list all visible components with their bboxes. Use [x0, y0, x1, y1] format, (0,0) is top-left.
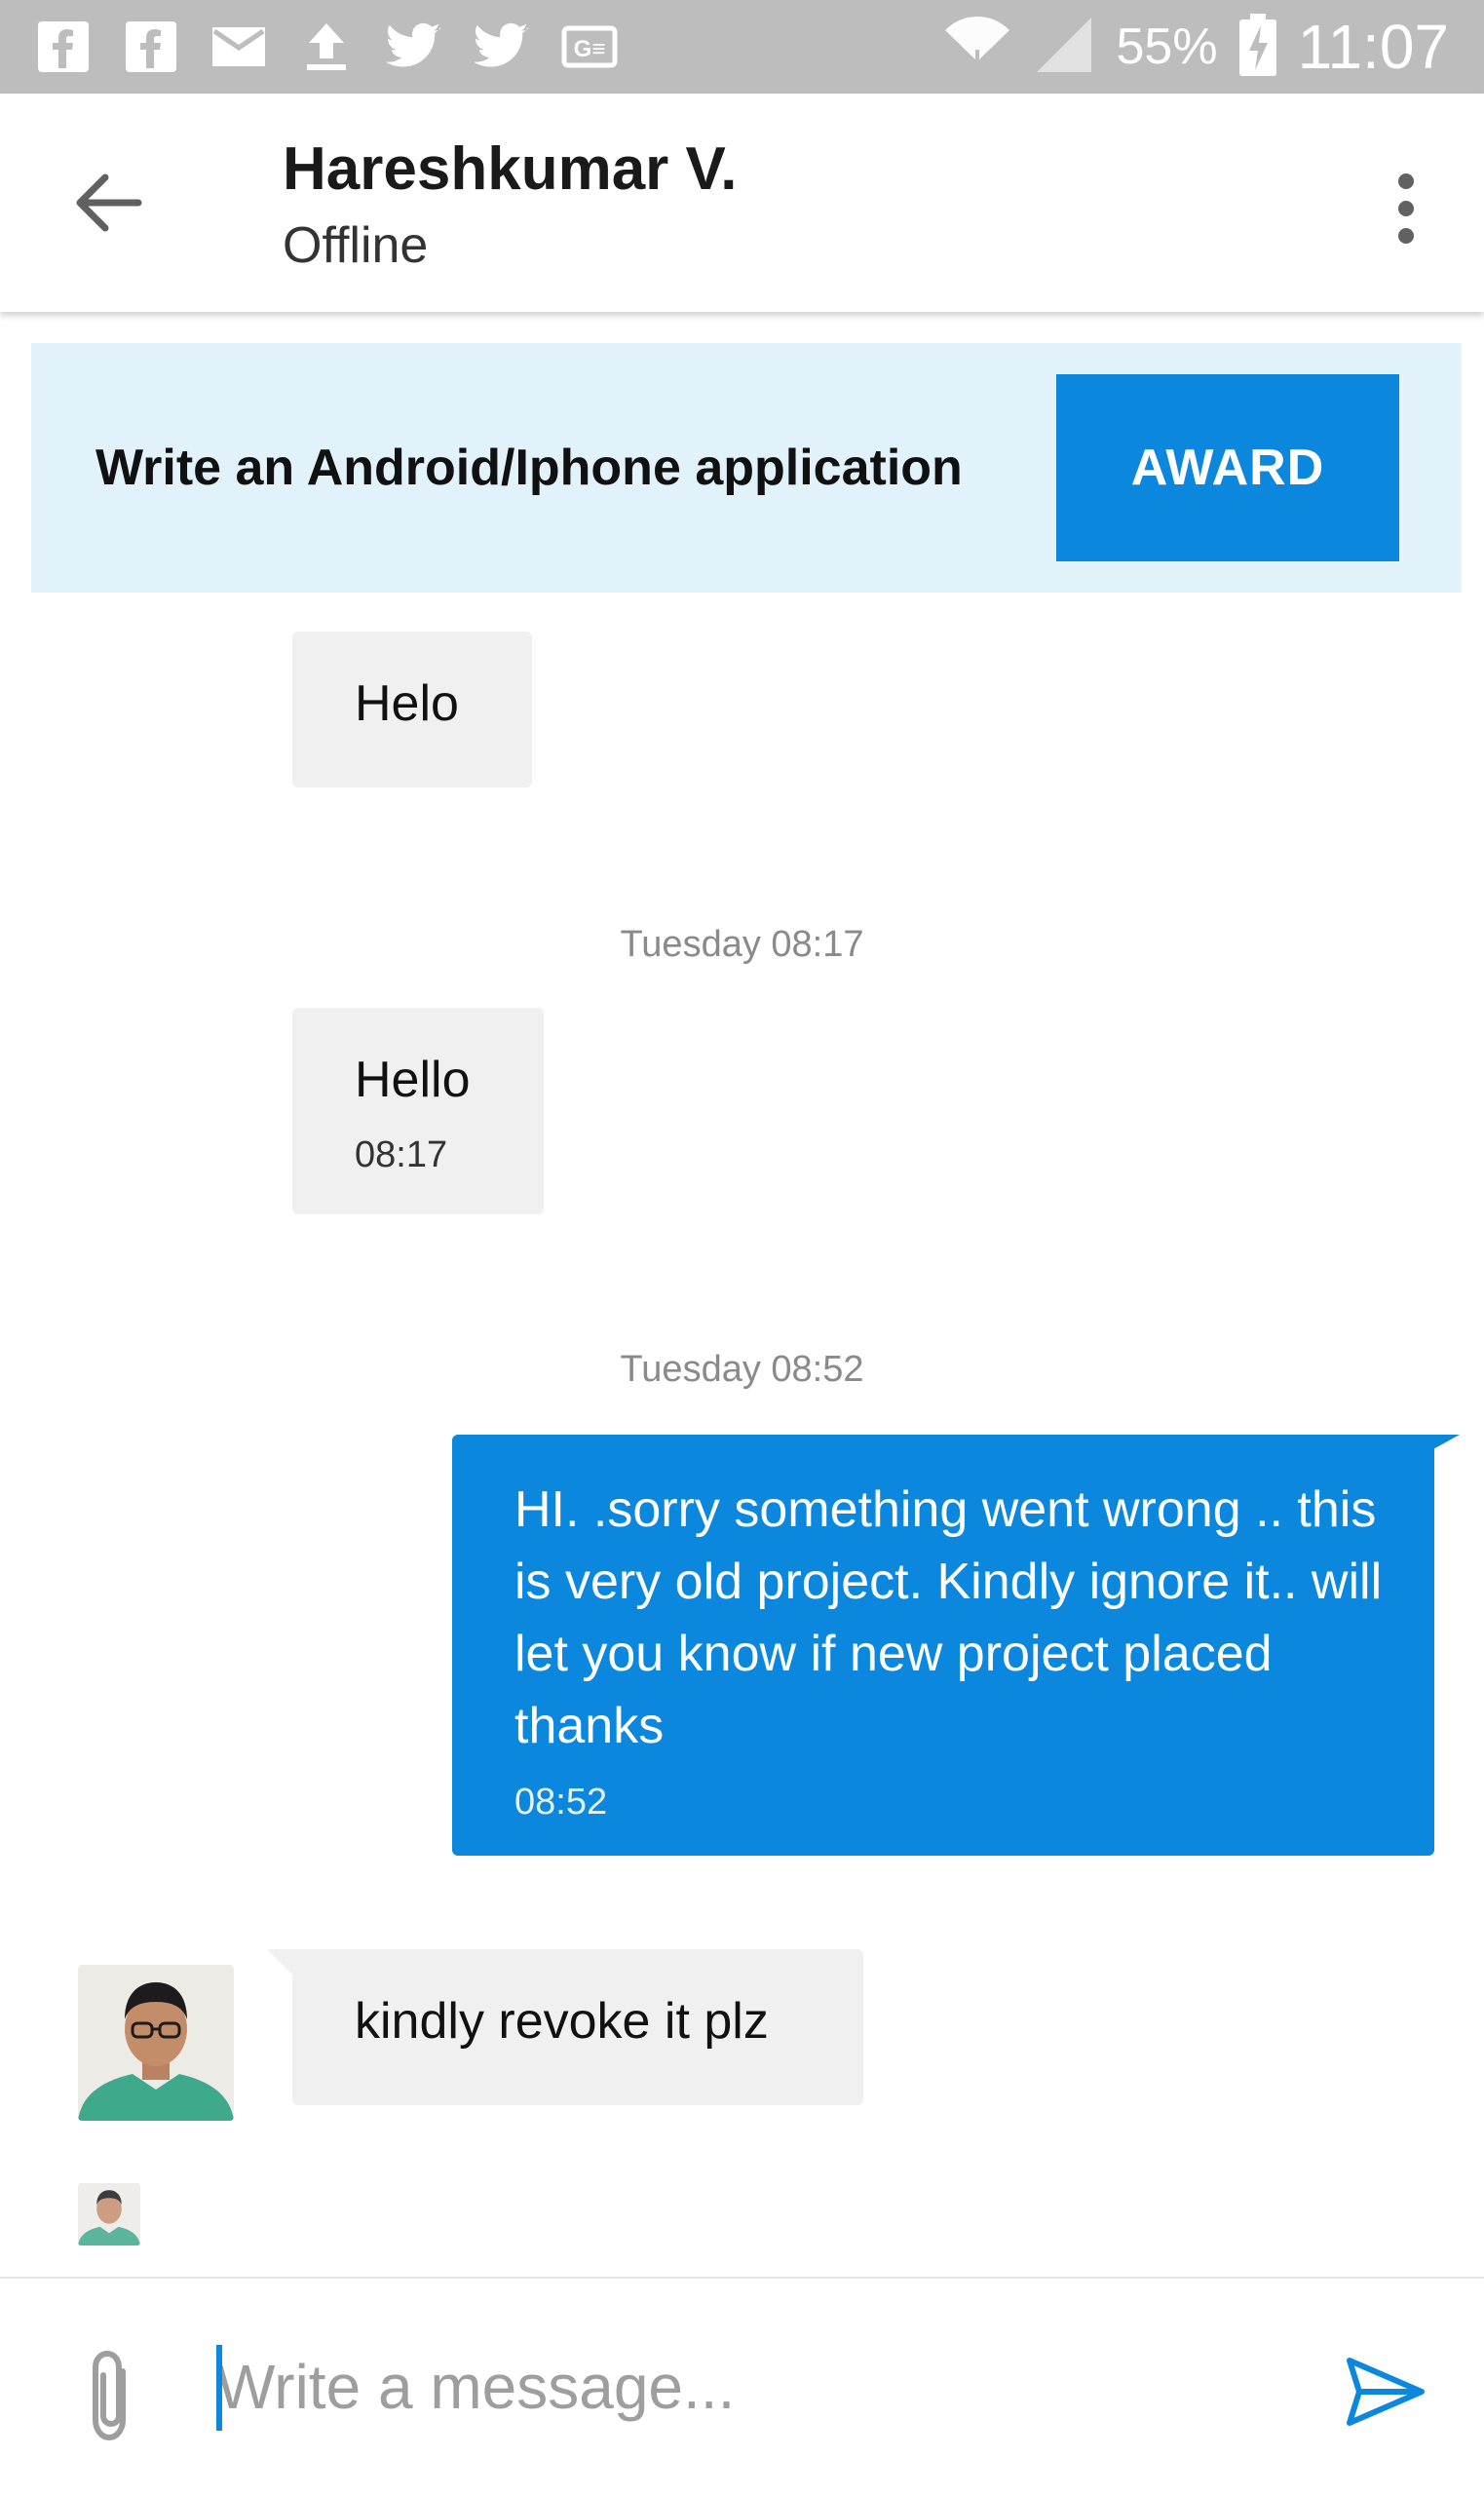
presence-status: Offline [283, 217, 429, 274]
battery-charging-icon [1238, 13, 1276, 81]
project-title: Write an Android/Iphone application [95, 440, 963, 496]
date-divider: Tuesday 08:52 [620, 1349, 864, 1390]
svg-text:G≡: G≡ [574, 36, 606, 62]
incoming-message: Helo [292, 632, 532, 787]
status-bar: G≡ 55% 11:07 [0, 0, 1484, 94]
twitter-icon [474, 19, 530, 75]
typing-avatar [78, 2183, 140, 2246]
attach-button[interactable] [74, 2343, 148, 2450]
overflow-menu-button[interactable] [1367, 160, 1445, 257]
avatar[interactable] [78, 1965, 234, 2121]
incoming-message: kindly revoke it plz [292, 1949, 863, 2105]
message-time: 08:52 [514, 1782, 608, 1823]
battery-percent: 55% [1116, 19, 1218, 75]
date-divider: Tuesday 08:17 [620, 924, 864, 965]
signal-icon [1033, 14, 1095, 81]
back-button[interactable] [58, 154, 156, 251]
chat-header: Hareshkumar V. Offline [0, 94, 1484, 312]
clock: 11:07 [1297, 12, 1449, 82]
message-time: 08:17 [355, 1134, 448, 1175]
text-cursor [216, 2345, 222, 2431]
message-text: Helo [355, 675, 459, 732]
arrow-back-icon [76, 173, 142, 232]
message-text: HI. .sorry something went wrong .. this … [514, 1481, 1383, 1754]
outgoing-message: HI. .sorry something went wrong .. this … [452, 1435, 1434, 1856]
paperclip-icon [93, 2350, 126, 2441]
message-composer [0, 2277, 1484, 2495]
message-text: kindly revoke it plz [355, 1993, 769, 2050]
wifi-icon [943, 13, 1011, 82]
message-text: Hello [355, 1052, 471, 1108]
upload-icon [298, 19, 355, 75]
twitter-icon [386, 19, 442, 75]
contact-name: Hareshkumar V. [283, 135, 738, 203]
translate-icon: G≡ [561, 19, 618, 75]
more-vertical-icon [1398, 173, 1414, 244]
facebook-icon [35, 19, 92, 75]
system-status: 55% 11:07 [943, 12, 1449, 82]
notification-icons: G≡ [35, 18, 618, 76]
send-button[interactable] [1337, 2343, 1434, 2440]
incoming-message: Hello 08:17 [292, 1008, 544, 1214]
award-button[interactable]: AWARD [1056, 374, 1399, 561]
message-input[interactable] [216, 2333, 1269, 2440]
mail-icon [210, 19, 267, 75]
send-icon [1347, 2358, 1425, 2426]
facebook-icon [123, 19, 179, 75]
